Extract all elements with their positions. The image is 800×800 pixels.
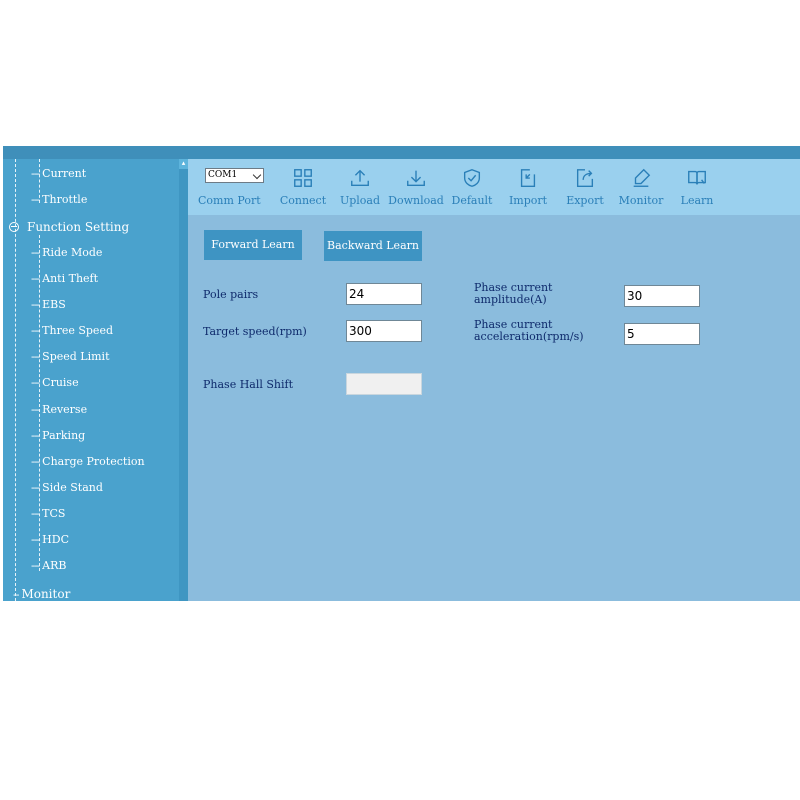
target-speed-label: Target speed(rpm) bbox=[203, 325, 307, 338]
app-window: --- Current --- Throttle Function Setting … bbox=[3, 146, 800, 604]
sidebar-item-label: ARB bbox=[42, 559, 67, 572]
export-button[interactable]: Export bbox=[563, 164, 607, 210]
sidebar-item-ride-mode[interactable]: --- Ride Mode bbox=[31, 243, 102, 263]
sidebar-tree: --- Current --- Throttle Function Setting … bbox=[3, 159, 179, 601]
sidebar-item-label: Parking bbox=[42, 429, 86, 442]
sidebar-group-label: Function Setting bbox=[27, 220, 130, 234]
sidebar-item-label: Current bbox=[42, 167, 87, 180]
comm-port-select[interactable]: COM1 bbox=[205, 168, 264, 183]
sidebar-item-label: Side Stand bbox=[42, 481, 103, 494]
forward-learn-button[interactable]: Forward Learn bbox=[204, 230, 302, 260]
sidebar-scrollbar[interactable]: ▴ bbox=[179, 159, 188, 601]
sidebar-item-tcs[interactable]: --- TCS bbox=[31, 504, 65, 524]
sidebar-item-label: Three Speed bbox=[42, 324, 113, 337]
comm-port-value: COM1 bbox=[208, 170, 238, 180]
sidebar-item-label: Charge Protection bbox=[42, 455, 145, 468]
book-icon bbox=[688, 170, 706, 185]
learn-button[interactable]: Learn bbox=[675, 164, 719, 210]
connect-icon bbox=[294, 169, 312, 187]
import-label: Import bbox=[508, 194, 548, 207]
pole-pairs-input[interactable]: 24 bbox=[346, 283, 422, 305]
sidebar-item-side-stand[interactable]: --- Side Stand bbox=[31, 478, 103, 498]
upload-button[interactable]: Upload bbox=[338, 164, 382, 210]
pen-icon bbox=[633, 168, 651, 187]
pole-pairs-label: Pole pairs bbox=[203, 288, 259, 301]
shield-check-icon bbox=[463, 169, 481, 187]
monitor-label: Monitor bbox=[618, 194, 664, 207]
connect-label: Connect bbox=[279, 194, 327, 207]
default-button[interactable]: Default bbox=[450, 164, 494, 210]
sidebar-item-label: EBS bbox=[42, 298, 66, 311]
sidebar-item-label: HDC bbox=[42, 533, 69, 546]
sidebar-item-speed-limit[interactable]: --- Speed Limit bbox=[31, 347, 109, 367]
export-icon bbox=[576, 169, 594, 187]
learn-panel: Forward Learn Backward Learn Pole pairs … bbox=[188, 215, 800, 601]
sidebar-item-ebs[interactable]: --- EBS bbox=[31, 295, 66, 315]
sidebar-group-monitor[interactable]: -- Monitor bbox=[13, 583, 70, 601]
sidebar-item-label: Cruise bbox=[42, 376, 79, 389]
toolbar: COM1 Comm Port Connect Upload Download D… bbox=[188, 159, 800, 215]
upload-label: Upload bbox=[339, 194, 381, 207]
download-label: Download bbox=[388, 194, 444, 207]
sidebar-item-three-speed[interactable]: --- Three Speed bbox=[31, 321, 113, 341]
download-button[interactable]: Download bbox=[388, 164, 444, 210]
phase-hall-shift-input bbox=[346, 373, 422, 395]
default-label: Default bbox=[451, 194, 493, 207]
scroll-up-icon[interactable]: ▴ bbox=[179, 159, 188, 168]
sidebar-item-label: Anti Theft bbox=[42, 272, 99, 285]
sidebar-item-arb[interactable]: --- ARB bbox=[31, 556, 66, 576]
sidebar-item-label: Speed Limit bbox=[42, 350, 110, 363]
import-icon bbox=[520, 169, 536, 187]
label-line: acceleration(rpm/s) bbox=[474, 330, 584, 343]
phase-current-acceleration-input[interactable]: 5 bbox=[624, 323, 700, 345]
sidebar-item-parking[interactable]: --- Parking bbox=[31, 426, 85, 446]
sidebar-item-label: TCS bbox=[42, 507, 66, 520]
phase-hall-shift-label: Phase Hall Shift bbox=[203, 378, 294, 391]
export-label: Export bbox=[566, 194, 604, 207]
backward-learn-button[interactable]: Backward Learn bbox=[324, 231, 422, 261]
chevron-down-icon bbox=[252, 170, 262, 180]
collapse-icon[interactable] bbox=[9, 221, 19, 232]
sidebar-group-function-setting[interactable]: Function Setting bbox=[9, 216, 129, 238]
label-line: amplitude(A) bbox=[474, 293, 547, 306]
import-button[interactable]: Import bbox=[506, 164, 550, 210]
sidebar-item-cruise[interactable]: --- Cruise bbox=[31, 373, 79, 393]
sidebar-item-label: Ride Mode bbox=[42, 246, 103, 259]
download-icon bbox=[407, 170, 425, 187]
sidebar-item-anti-theft[interactable]: --- Anti Theft bbox=[31, 269, 98, 289]
phase-current-acceleration-label: Phase current acceleration(rpm/s) bbox=[474, 319, 584, 343]
connect-button[interactable]: Connect bbox=[280, 164, 326, 210]
sidebar-item-throttle[interactable]: --- Throttle bbox=[31, 190, 87, 210]
sidebar-item-hdc[interactable]: --- HDC bbox=[31, 530, 69, 550]
scrollbar-thumb[interactable] bbox=[179, 169, 188, 601]
phase-current-amplitude-label: Phase current amplitude(A) bbox=[474, 282, 552, 306]
sidebar-item-label: Reverse bbox=[42, 403, 88, 416]
sidebar-item-charge-protection[interactable]: --- Charge Protection bbox=[31, 452, 145, 472]
window-top-band bbox=[3, 146, 800, 159]
monitor-button[interactable]: Monitor bbox=[619, 164, 663, 210]
learn-label: Learn bbox=[680, 194, 714, 207]
sidebar-item-current[interactable]: --- Current bbox=[31, 164, 86, 184]
sidebar-item-reverse[interactable]: --- Reverse bbox=[31, 400, 87, 420]
sidebar-item-label: Throttle bbox=[42, 193, 88, 206]
target-speed-input[interactable]: 300 bbox=[346, 320, 422, 342]
comm-port-label: Comm Port bbox=[198, 194, 261, 207]
sidebar-group-label: Monitor bbox=[21, 587, 71, 601]
upload-icon bbox=[351, 169, 369, 187]
phase-current-amplitude-input[interactable]: 30 bbox=[624, 285, 700, 307]
